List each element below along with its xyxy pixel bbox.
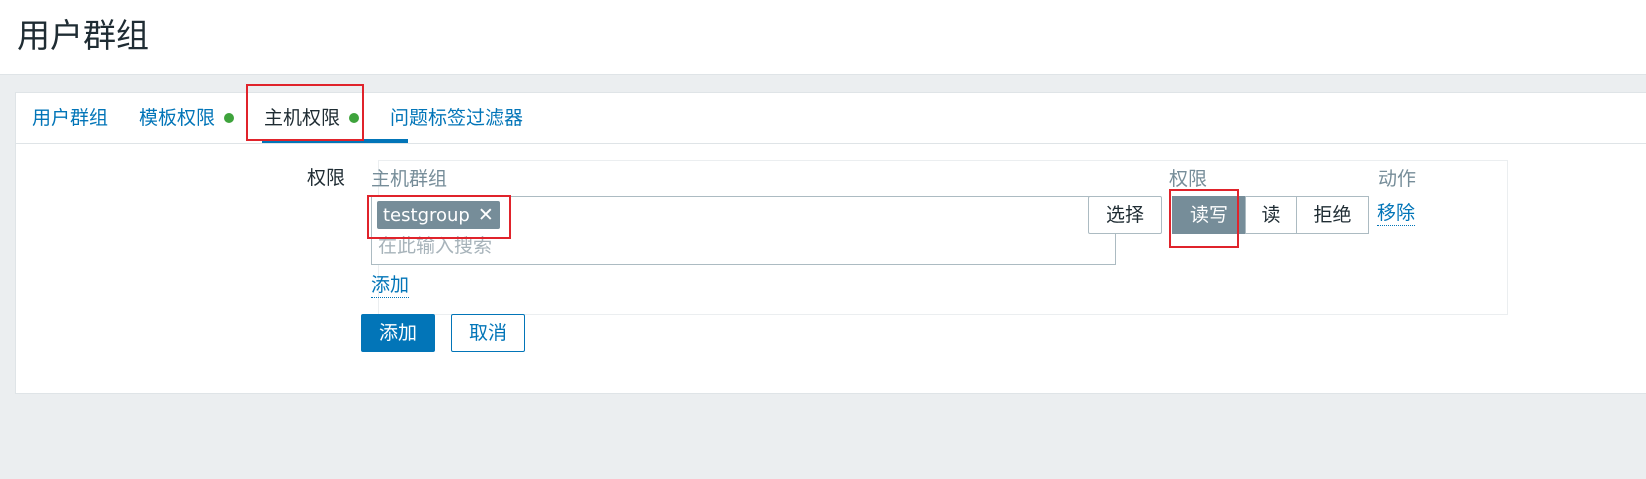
column-action: 动作 <box>1378 168 1417 190</box>
page-header: 用户群组 <box>0 0 1646 75</box>
tab-host-permissions[interactable]: 主机权限 <box>264 93 360 143</box>
host-group-multiselect[interactable]: testgroup ✕ <box>371 196 1116 265</box>
tab-bar: 用户群组 模板权限 主机权限 问题标签过滤器 <box>16 93 1646 144</box>
tab-label: 主机权限 <box>264 107 341 129</box>
host-group-search-input[interactable] <box>378 233 1078 259</box>
permission-deny[interactable]: 拒绝 <box>1296 196 1369 234</box>
tab-user-group[interactable]: 用户群组 <box>32 93 108 143</box>
close-icon[interactable]: ✕ <box>478 201 494 229</box>
page-title: 用户群组 <box>17 16 149 55</box>
cancel-button[interactable]: 取消 <box>451 314 525 352</box>
tab-label: 问题标签过滤器 <box>390 107 524 129</box>
permission-read-write[interactable]: 读写 <box>1172 196 1246 234</box>
form-card: 用户群组 模板权限 主机权限 问题标签过滤器 权限 主机群组 权限 动作 tes… <box>15 92 1646 394</box>
permissions-label: 权限 <box>307 167 346 189</box>
column-host-group: 主机群组 <box>371 168 448 190</box>
permission-read[interactable]: 读 <box>1245 196 1297 234</box>
tab-problem-tag-filter[interactable]: 问题标签过滤器 <box>390 93 523 143</box>
chip-label: testgroup <box>383 205 470 226</box>
add-host-group-link[interactable]: 添加 <box>371 273 410 298</box>
tab-label: 用户群组 <box>32 107 109 129</box>
add-button[interactable]: 添加 <box>361 314 435 352</box>
active-tab-indicator <box>262 139 408 143</box>
selected-host-group-chip: testgroup ✕ <box>377 201 500 229</box>
status-dot-icon <box>349 113 360 123</box>
select-button[interactable]: 选择 <box>1088 196 1162 234</box>
tab-label: 模板权限 <box>139 107 216 129</box>
column-permission: 权限 <box>1169 168 1208 190</box>
status-dot-icon <box>224 113 235 123</box>
tab-template-permissions[interactable]: 模板权限 <box>139 93 235 143</box>
remove-link[interactable]: 移除 <box>1377 201 1416 226</box>
